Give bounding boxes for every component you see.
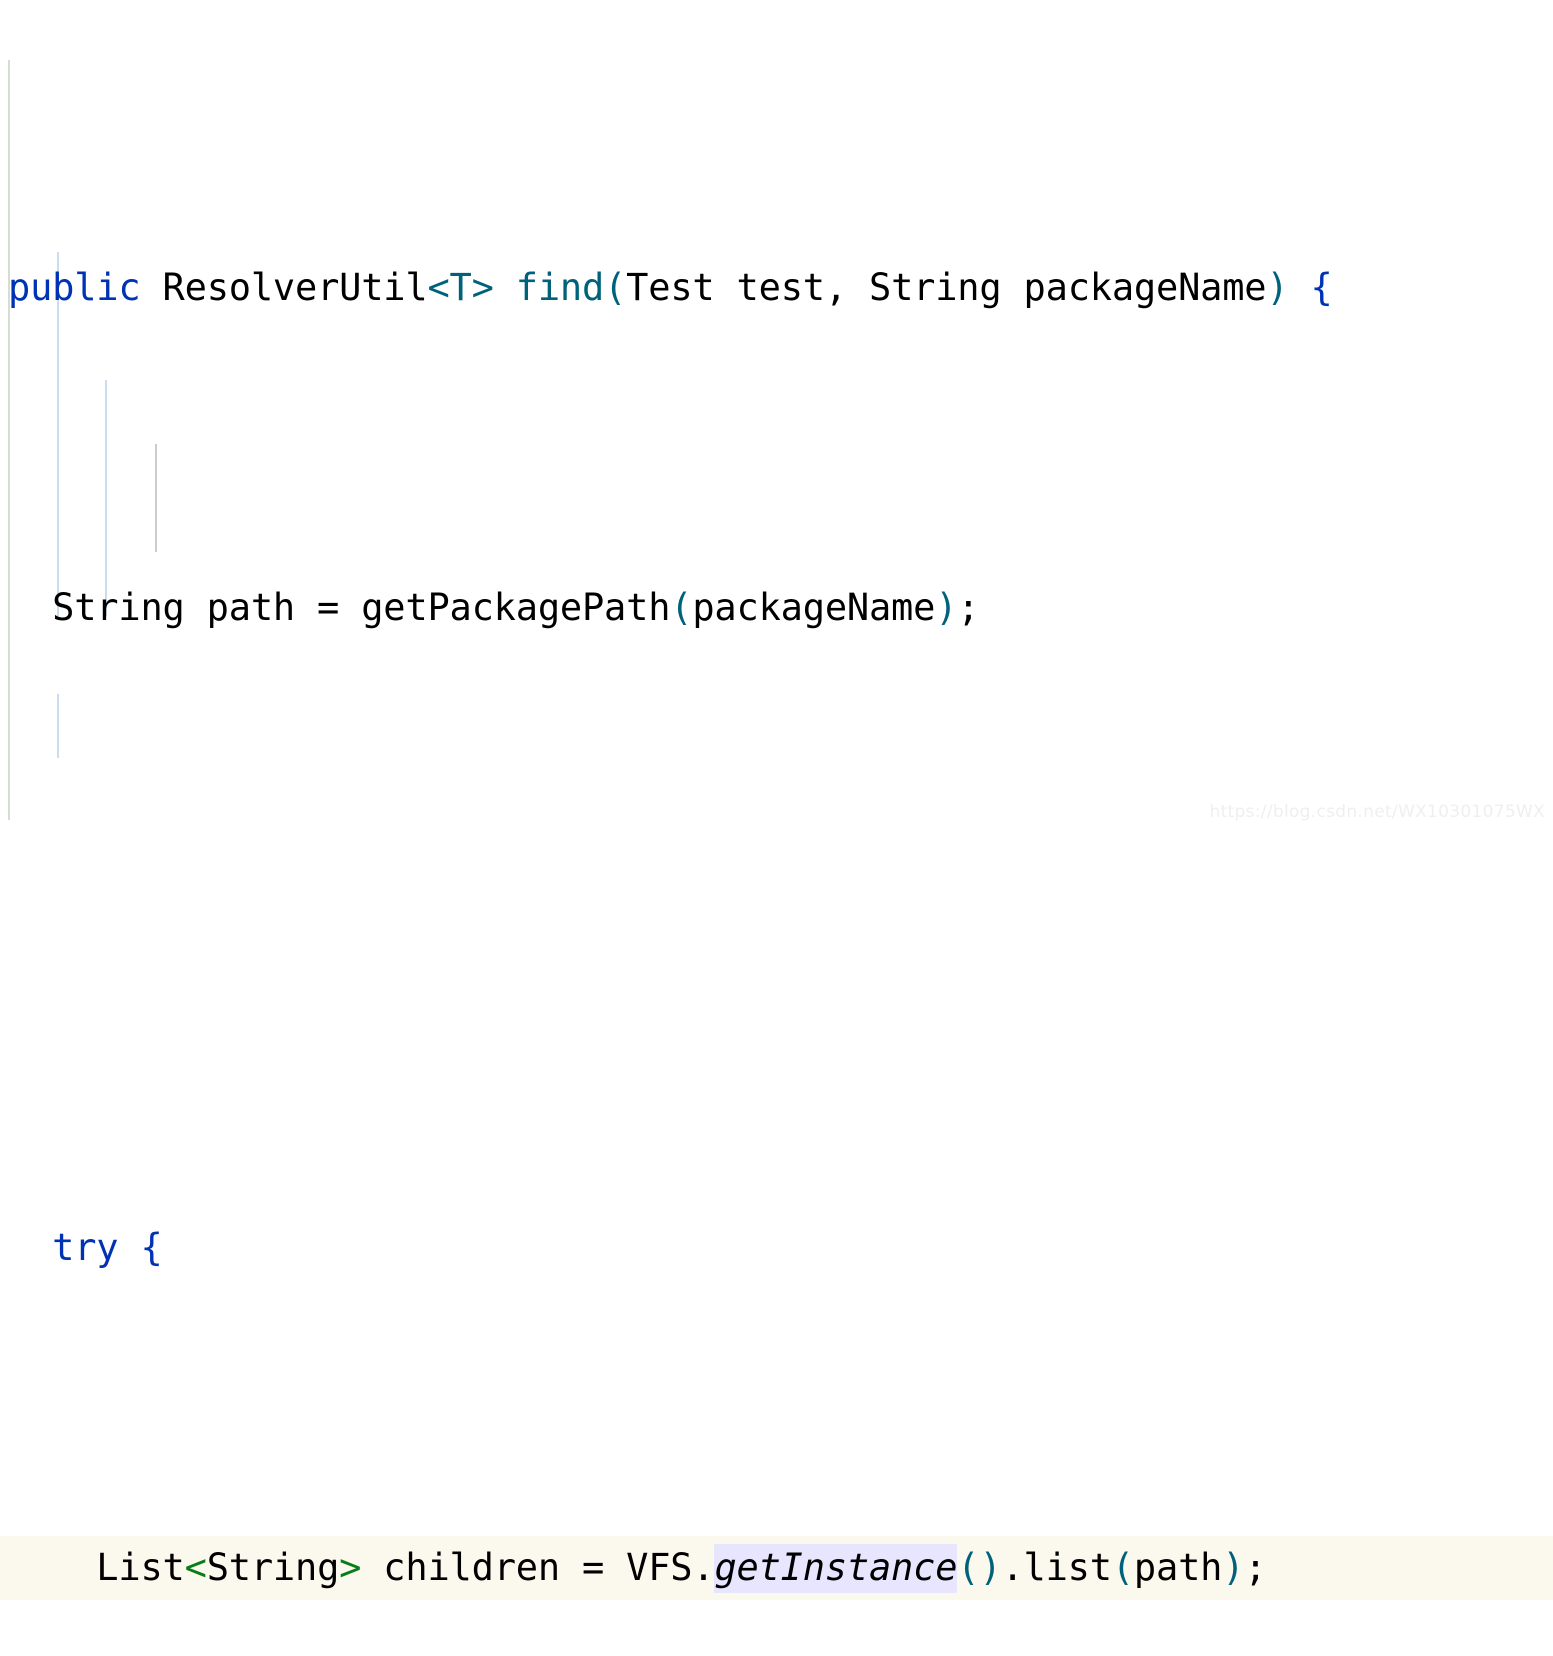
token-paren-open-list: (: [1111, 1546, 1134, 1589]
indent-guide-level-2b: [57, 694, 59, 758]
token-paren-close-1: ): [1266, 266, 1289, 309]
token-paren-close-2: ): [935, 586, 958, 629]
watermark-url: https://blog.csdn.net/WX10301075WX: [1209, 802, 1545, 822]
token-method-list: .list: [1001, 1546, 1112, 1589]
token-indent-4: [8, 1226, 52, 1269]
token-brace-open-1: {: [1310, 266, 1333, 309]
token-paren-open-1: (: [604, 266, 627, 309]
code-line-3-blank[interactable]: [0, 896, 1553, 960]
token-type-string-generic: String: [206, 1546, 340, 1589]
token-angle-close-string: >: [339, 1546, 362, 1589]
token-keyword-public: public: [8, 266, 141, 309]
code-editor-viewport[interactable]: public ResolverUtil<T> find(Test test, S…: [0, 0, 1553, 1600]
token-space-4: [118, 1226, 140, 1269]
token-brace-open-try: {: [140, 1226, 163, 1269]
token-angle-open-string: <: [184, 1546, 207, 1589]
token-params-1: Test test, String packageName: [626, 266, 1267, 309]
token-arg-packagename-1: packageName: [692, 586, 936, 629]
token-method-getinstance-highlighted[interactable]: getInstance: [714, 1544, 957, 1593]
token-semicolon-2: ;: [957, 586, 980, 629]
token-arg-path: path: [1133, 1546, 1223, 1589]
token-class-resolverutil: ResolverUtil: [140, 266, 428, 309]
token-keyword-try: try: [52, 1226, 119, 1269]
code-content[interactable]: public ResolverUtil<T> find(Test test, S…: [0, 0, 1553, 1600]
indent-guide-level-1: [8, 60, 10, 820]
code-line-5-current[interactable]: List<String> children = VFS.getInstance(…: [0, 1536, 1553, 1600]
token-parens-empty: (): [957, 1546, 1002, 1589]
token-space-1: [494, 266, 516, 309]
code-line-1[interactable]: public ResolverUtil<T> find(Test test, S…: [0, 256, 1553, 320]
token-generic-t: <T>: [427, 266, 494, 309]
indent-guide-level-4: [155, 444, 157, 552]
token-string-path-decl: String path = getPackagePath: [8, 586, 671, 629]
token-paren-close-list: ): [1222, 1546, 1245, 1589]
token-paren-open-2: (: [670, 586, 693, 629]
code-line-2[interactable]: String path = getPackagePath(packageName…: [0, 576, 1553, 640]
token-method-find: find: [515, 266, 605, 309]
code-line-4[interactable]: try {: [0, 1216, 1553, 1280]
token-list-decl: List: [8, 1546, 185, 1589]
token-children-eq-vfs: children = VFS.: [361, 1546, 715, 1589]
token-semicolon-5: ;: [1244, 1546, 1267, 1589]
token-space-2: [1288, 266, 1310, 309]
